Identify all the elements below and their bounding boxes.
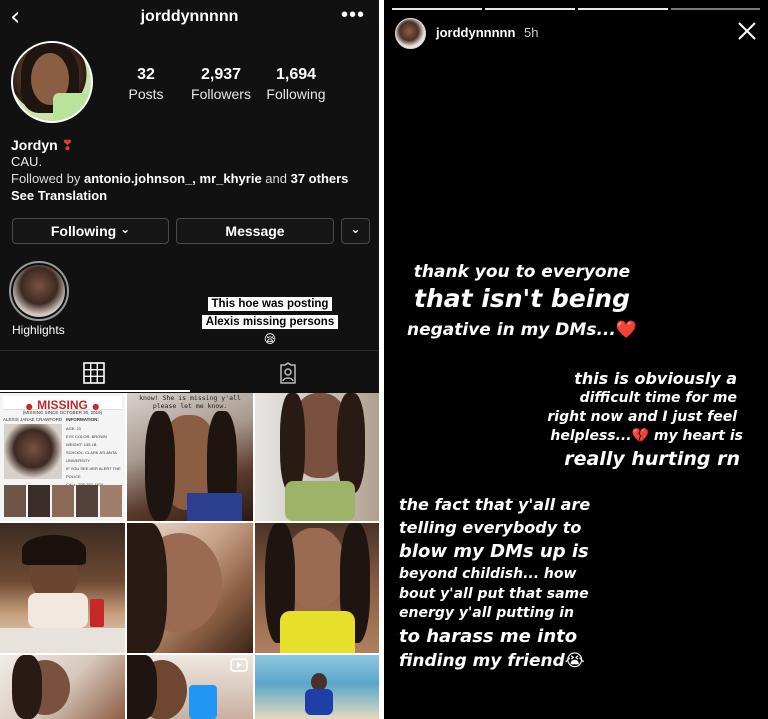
profile-avatar[interactable] (11, 41, 93, 123)
highlight-thumbnail[interactable] (13, 265, 65, 317)
suggested-dropdown-button[interactable]: ⌄ (341, 218, 370, 244)
story-text-2-line2: difficult time for me (579, 390, 737, 406)
story-text-3-line1: the fact that y'all are (399, 495, 591, 514)
story-text-2-line3: right now and I just feel (547, 409, 737, 425)
missing-name: ALEXIS JANAE CRAWFORD (3, 417, 63, 422)
story-progress-segment-current (578, 8, 668, 10)
crying-face-emoji: 😭 (564, 651, 585, 671)
followers-stat[interactable]: 2,937 Followers (189, 66, 253, 102)
following-label: Following (266, 86, 326, 102)
video-icon (230, 658, 248, 672)
story-progress-segment (671, 8, 760, 10)
post-caption-text: know! She is missing y'all please let me… (139, 394, 241, 410)
info-header: INFORMATION: (66, 417, 99, 422)
profile-display-name: Jordyn ❣ (11, 137, 73, 154)
followers-label: Followers (191, 86, 251, 102)
info-lines: AGE: 21 EYE COLOR: BROWN WEIGHT: 135 LB … (66, 426, 121, 487)
story-avatar[interactable] (395, 18, 426, 49)
missing-photo-strip (4, 485, 122, 517)
post-restaurant[interactable] (0, 523, 125, 653)
post-row3-2-video[interactable] (127, 655, 253, 719)
story-text-3-line3: blow my DMs up is (399, 541, 589, 562)
post-yellow-top[interactable] (255, 523, 379, 653)
story-timestamp: 5h (524, 25, 539, 40)
profile-tabs (0, 350, 379, 392)
post-selfie-caption[interactable]: know! She is missing y'all please let me… (127, 393, 253, 521)
overlay-caption: This hoe was posting Alexis missing pers… (196, 294, 344, 346)
highlights-label: Highlights (12, 323, 65, 337)
post-row3-1[interactable] (0, 655, 125, 719)
display-name-text: Jordyn (11, 137, 58, 153)
post-selfie-closeup[interactable] (127, 523, 253, 653)
posts-count: 32 (137, 66, 155, 83)
profile-panel: ‹ jorddynnnnn ••• 32 Posts 2,937 Followe… (0, 0, 379, 719)
story-text-2-line4: helpless...💔 my heart is (550, 428, 743, 444)
story-text-1-line3: negative in my DMs...❤️ (406, 320, 637, 340)
story-text-2-line1: this is obviously a (574, 369, 737, 388)
post-beach[interactable] (255, 655, 379, 719)
active-tab-indicator (0, 390, 190, 392)
followed-users[interactable]: antonio.johnson_, mr_khyrie (84, 171, 262, 186)
close-icon[interactable] (736, 20, 758, 42)
story-text-3-line2: telling everybody to (399, 518, 582, 537)
story-text-3-line5: bout y'all put that same (399, 586, 589, 602)
overlay-caption-line2: Alexis missing persons (201, 315, 339, 329)
tagged-person-icon[interactable] (277, 362, 299, 384)
grid-icon[interactable] (83, 362, 105, 384)
overlay-caption-line1: This hoe was posting (207, 297, 333, 311)
story-text-1-line1: thank you to everyone (413, 262, 631, 282)
followed-others[interactable]: 37 others (291, 171, 349, 186)
missing-since: (MISSING SINCE OCTOBER 30, 2019) (22, 410, 103, 415)
broken-heart-emoji: 💔 (631, 428, 650, 444)
story-panel: jorddynnnnn 5h thank you to everyone tha… (384, 0, 768, 719)
chevron-down-icon: ⌄ (120, 222, 131, 236)
story-text-3-line7: to harass me into (399, 626, 578, 647)
story-text-2-line5: really hurting rn (564, 448, 740, 470)
more-options-icon[interactable]: ••• (341, 4, 365, 27)
posts-stat[interactable]: 32 Posts (124, 66, 168, 102)
profile-header: ‹ jorddynnnnn ••• (0, 0, 379, 34)
sleepy-face-emoji: 😪 (263, 332, 277, 346)
see-translation-link[interactable]: See Translation (11, 188, 107, 203)
following-stat[interactable]: 1,694 Following (264, 66, 328, 102)
missing-photo (4, 424, 62, 479)
followed-by[interactable]: Followed by antonio.johnson_, mr_khyrie … (11, 171, 348, 186)
story-progress-segment (485, 8, 575, 10)
story-text-1-line2: that isn't being (414, 284, 630, 313)
heart-exclamation-icon: ❣ (61, 138, 74, 154)
posts-grid: ● MISSING ● (MISSING SINCE OCTOBER 30, 2… (0, 393, 379, 719)
post-portrait-green[interactable] (255, 393, 379, 521)
story-text-3-line8: finding my friend😭 (399, 651, 585, 671)
followed-prefix: Followed by (11, 171, 84, 186)
followers-count: 2,937 (200, 66, 242, 83)
story-progress-segment (392, 8, 482, 10)
red-heart-emoji: ❤️ (615, 320, 637, 340)
post-missing-poster[interactable]: ● MISSING ● (MISSING SINCE OCTOBER 30, 2… (0, 393, 125, 521)
story-text-3-line6: energy y'all putting in (399, 605, 575, 621)
story-text-3-line4: beyond childish... how (399, 566, 577, 582)
posts-label: Posts (128, 86, 164, 102)
following-button-label: Following (50, 223, 117, 239)
message-button[interactable]: Message (176, 218, 334, 244)
profile-username: jorddynnnnn (140, 8, 239, 25)
profile-bio: CAU. (11, 154, 43, 169)
story-username[interactable]: jorddynnnnn (436, 25, 515, 40)
following-button[interactable]: Following ⌄ (12, 218, 169, 244)
followed-mid: and (261, 171, 291, 186)
following-count: 1,694 (275, 66, 317, 83)
chevron-down-icon: ⌄ (350, 222, 361, 236)
